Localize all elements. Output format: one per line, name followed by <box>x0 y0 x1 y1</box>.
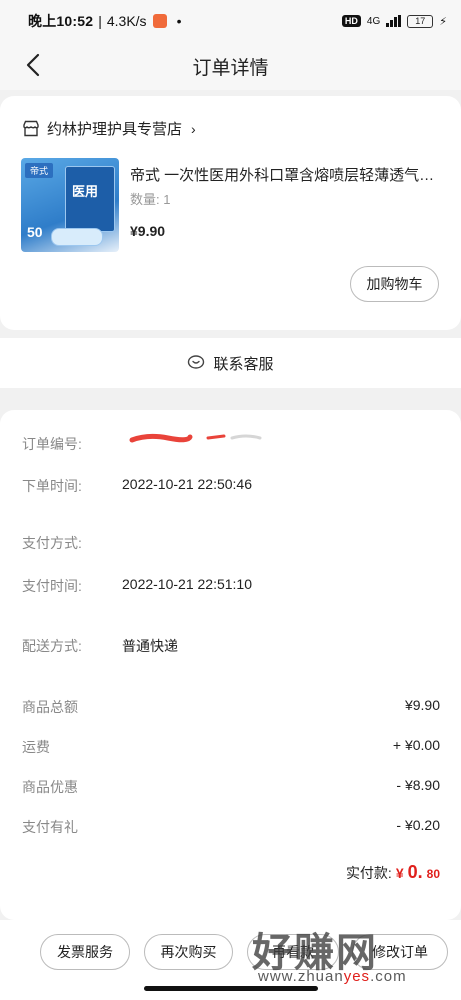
product-name[interactable]: 帝式 一次性医用外科口罩含熔喷层轻薄透气口罩 <box>130 164 442 185</box>
contact-service-button[interactable]: 联系客服 <box>0 338 461 388</box>
pay-method-label: 支付方式: <box>22 535 82 551</box>
signal-icon <box>386 15 402 27</box>
paid-amount-dec: 80 <box>426 867 440 881</box>
thumbnail-count: 50 <box>27 224 43 240</box>
add-to-cart-button[interactable]: 加购物车 <box>350 266 439 302</box>
pay-time-label: 支付时间: <box>22 578 82 594</box>
paid-total: 实付款: ¥0. 80 <box>346 862 440 883</box>
discount-value: - ¥8.90 <box>396 777 440 793</box>
shipping-label: 运费 <box>22 739 50 755</box>
status-bar: 晚上10:52 | 4.3K/s • HD 4G 17 ⚡ <box>0 0 461 42</box>
page-title: 订单详情 <box>192 57 269 79</box>
home-indicator[interactable] <box>144 986 318 991</box>
thumbnail-mask-image <box>51 228 103 246</box>
gift-value: - ¥0.20 <box>396 817 440 833</box>
status-time: 晚上10:52 <box>28 13 94 29</box>
pay-method-row: 支付方式: <box>22 533 122 553</box>
subtotal-label: 商品总额 <box>22 699 78 715</box>
store-icon <box>23 120 39 137</box>
chevron-right-icon: › <box>191 120 196 137</box>
battery-icon: 17 <box>407 14 434 28</box>
shop-name: 约林护理护具专营店 <box>47 121 183 138</box>
hd-badge: HD <box>341 15 361 27</box>
buy-again-button[interactable]: 再次购买 <box>144 934 233 970</box>
delivery-value: 普通快递 <box>122 638 178 654</box>
status-speed: 4.3K/s <box>106 13 147 29</box>
chevron-left-icon <box>26 53 40 77</box>
product-quantity: 数量: 1 <box>130 192 171 207</box>
order-number-row: 订单编号: <box>22 434 122 454</box>
product-price: ¥9.90 <box>130 223 166 239</box>
page-header: 订单详情 <box>0 42 461 90</box>
shop-link[interactable]: 约林护理护具专营店 › <box>22 118 196 139</box>
order-number-redacted <box>129 433 262 443</box>
subtotal-row: 商品总额 ¥9.90 <box>22 697 440 717</box>
notification-icon <box>152 14 167 28</box>
product-thumbnail[interactable]: 帝式 医用 50 <box>21 158 119 252</box>
back-button[interactable] <box>18 50 48 80</box>
signal-label: 4G <box>366 15 381 27</box>
modify-order-button[interactable]: 修改订单 <box>352 934 448 970</box>
dot-icon: • <box>176 13 182 29</box>
order-number-label: 订单编号: <box>22 436 82 452</box>
action-button-3[interactable]: 再看款 <box>247 934 339 970</box>
order-time-value: 2022-10-21 22:50:46 <box>122 476 252 492</box>
discount-row: 商品优惠 - ¥8.90 <box>22 777 440 797</box>
paid-label: 实付款: <box>345 865 392 881</box>
product-card: 约林护理护具专营店 › 帝式 医用 50 帝式 一次性医用外科口罩含熔喷层轻薄透… <box>0 96 461 330</box>
contact-service-label: 联系客服 <box>213 355 274 373</box>
discount-label: 商品优惠 <box>22 779 78 795</box>
status-divider: | <box>98 13 102 29</box>
invoice-service-button[interactable]: 发票服务 <box>40 934 130 970</box>
order-time-label: 下单时间: <box>22 478 82 494</box>
charging-icon: ⚡ <box>439 15 447 28</box>
paid-currency: ¥ <box>395 865 404 881</box>
shipping-row: 运费 + ¥0.00 <box>22 737 440 757</box>
thumbnail-package: 医用 <box>65 166 115 232</box>
delivery-label: 配送方式: <box>22 638 82 654</box>
gift-label: 支付有礼 <box>22 819 78 835</box>
delivery-row: 配送方式: 普通快递 <box>22 636 178 656</box>
thumbnail-package-text: 医用 <box>72 184 99 199</box>
status-indicators: HD 4G 17 ⚡ <box>341 14 447 28</box>
gift-row: 支付有礼 - ¥0.20 <box>22 817 440 837</box>
shipping-value: + ¥0.00 <box>392 737 440 753</box>
pay-time-value: 2022-10-21 22:51:10 <box>122 576 252 592</box>
pay-time-row: 支付时间: 2022-10-21 22:51:10 <box>22 576 252 596</box>
thumbnail-brand-tag: 帝式 <box>25 163 54 178</box>
chat-icon <box>188 355 205 369</box>
paid-amount-int: 0. <box>407 862 423 882</box>
order-time-row: 下单时间: 2022-10-21 22:50:46 <box>22 476 252 496</box>
subtotal-value: ¥9.90 <box>404 697 440 713</box>
